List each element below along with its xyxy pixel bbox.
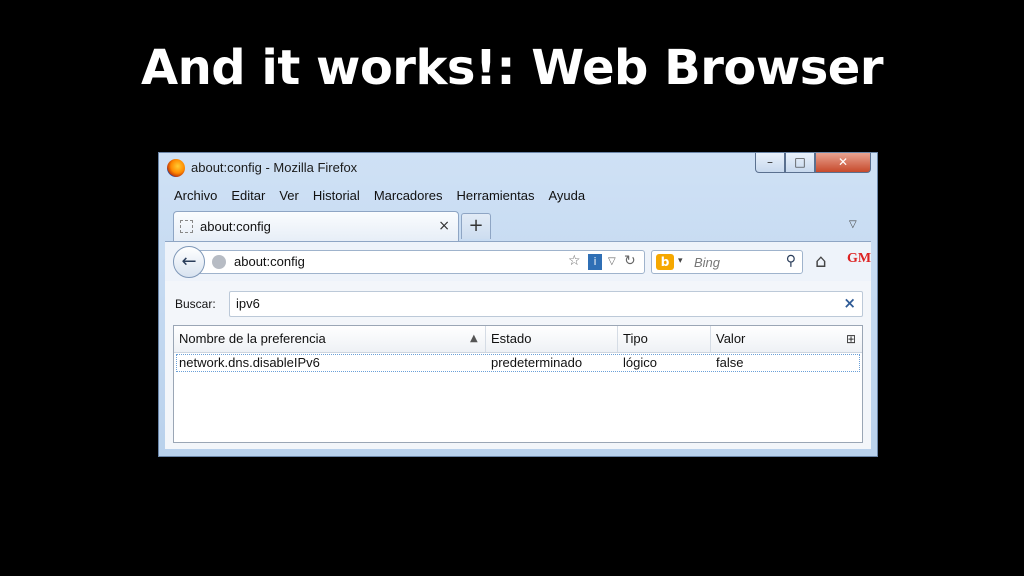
search-value[interactable]: ipv6 bbox=[236, 296, 260, 311]
search-placeholder: Bing bbox=[694, 255, 721, 270]
firefox-logo-icon bbox=[167, 159, 185, 177]
column-picker-icon[interactable]: ⊞ bbox=[846, 326, 856, 352]
search-input[interactable]: ipv6 × bbox=[229, 291, 863, 317]
gm-icon[interactable]: GM bbox=[847, 251, 871, 267]
minimize-button[interactable]: – bbox=[755, 153, 785, 173]
navigation-bar: about:config ☆ i ▽ ↻ ← b ▾ Bing ⚲ ⌂ GM bbox=[165, 241, 871, 282]
url-text[interactable]: about:config bbox=[234, 254, 305, 269]
table-row[interactable]: network.dns.disableIPv6 predeterminado l… bbox=[176, 354, 860, 372]
window-title: about:config - Mozilla Firefox bbox=[191, 160, 358, 175]
preferences-table: Nombre de la preferencia ▲ Estado Tipo V… bbox=[173, 325, 863, 443]
new-tab-button[interactable]: + bbox=[461, 213, 491, 239]
close-button[interactable]: ✕ bbox=[815, 153, 871, 173]
about-config-page: Buscar: ipv6 × Nombre de la preferencia … bbox=[165, 281, 871, 449]
blank-page-icon bbox=[180, 220, 193, 233]
sort-icon: ▲ bbox=[470, 333, 478, 344]
back-button[interactable]: ← bbox=[173, 246, 205, 278]
tab-list-chevron-icon[interactable]: ▽ bbox=[849, 219, 857, 230]
search-label: Buscar: bbox=[175, 297, 216, 311]
cell-status: predeterminado bbox=[491, 355, 583, 370]
column-header-type[interactable]: Tipo bbox=[618, 326, 711, 352]
search-icon[interactable]: ⚲ bbox=[786, 253, 796, 269]
globe-icon bbox=[212, 255, 226, 269]
menu-editar[interactable]: Editar bbox=[224, 186, 272, 208]
cell-name: network.dns.disableIPv6 bbox=[179, 355, 320, 370]
tab-strip: about:config × + ▽ bbox=[159, 211, 877, 241]
identity-icon[interactable]: i bbox=[588, 254, 602, 270]
home-icon[interactable]: ⌂ bbox=[815, 251, 826, 272]
tab-close-icon[interactable]: × bbox=[438, 218, 450, 234]
bing-icon[interactable]: b bbox=[656, 254, 674, 270]
dropdown-icon[interactable]: ▽ bbox=[608, 256, 616, 267]
slide-title: And it works!: Web Browser bbox=[140, 40, 884, 96]
tab-about-config[interactable]: about:config × bbox=[173, 211, 459, 241]
reload-icon[interactable]: ↻ bbox=[624, 253, 636, 269]
column-header-status[interactable]: Estado bbox=[486, 326, 618, 352]
column-header-name[interactable]: Nombre de la preferencia bbox=[174, 326, 486, 352]
cell-type: lógico bbox=[623, 355, 657, 370]
clear-icon[interactable]: × bbox=[843, 294, 856, 312]
cell-value: false bbox=[716, 355, 744, 370]
browser-window: about:config - Mozilla Firefox – □ ✕ Arc… bbox=[158, 152, 878, 457]
menu-archivo[interactable]: Archivo bbox=[167, 186, 224, 208]
column-header-value[interactable]: Valor bbox=[711, 326, 842, 352]
search-bar[interactable]: b ▾ Bing ⚲ bbox=[651, 250, 803, 274]
tab-label: about:config bbox=[200, 219, 271, 234]
menu-historial[interactable]: Historial bbox=[306, 186, 367, 208]
menu-herramientas[interactable]: Herramientas bbox=[449, 186, 541, 208]
maximize-button[interactable]: □ bbox=[785, 153, 815, 173]
menu-ayuda[interactable]: Ayuda bbox=[541, 186, 592, 208]
title-bar[interactable]: about:config - Mozilla Firefox – □ ✕ bbox=[159, 153, 877, 183]
back-arrow-icon: ← bbox=[181, 251, 197, 272]
menu-marcadores[interactable]: Marcadores bbox=[367, 186, 450, 208]
engine-dropdown-icon[interactable]: ▾ bbox=[678, 256, 683, 266]
menu-bar: Archivo Editar Ver Historial Marcadores … bbox=[167, 186, 592, 208]
star-icon[interactable]: ☆ bbox=[568, 253, 581, 269]
url-bar[interactable]: about:config ☆ i ▽ ↻ bbox=[199, 250, 645, 274]
menu-ver[interactable]: Ver bbox=[272, 186, 306, 208]
table-header: Nombre de la preferencia ▲ Estado Tipo V… bbox=[174, 326, 862, 353]
